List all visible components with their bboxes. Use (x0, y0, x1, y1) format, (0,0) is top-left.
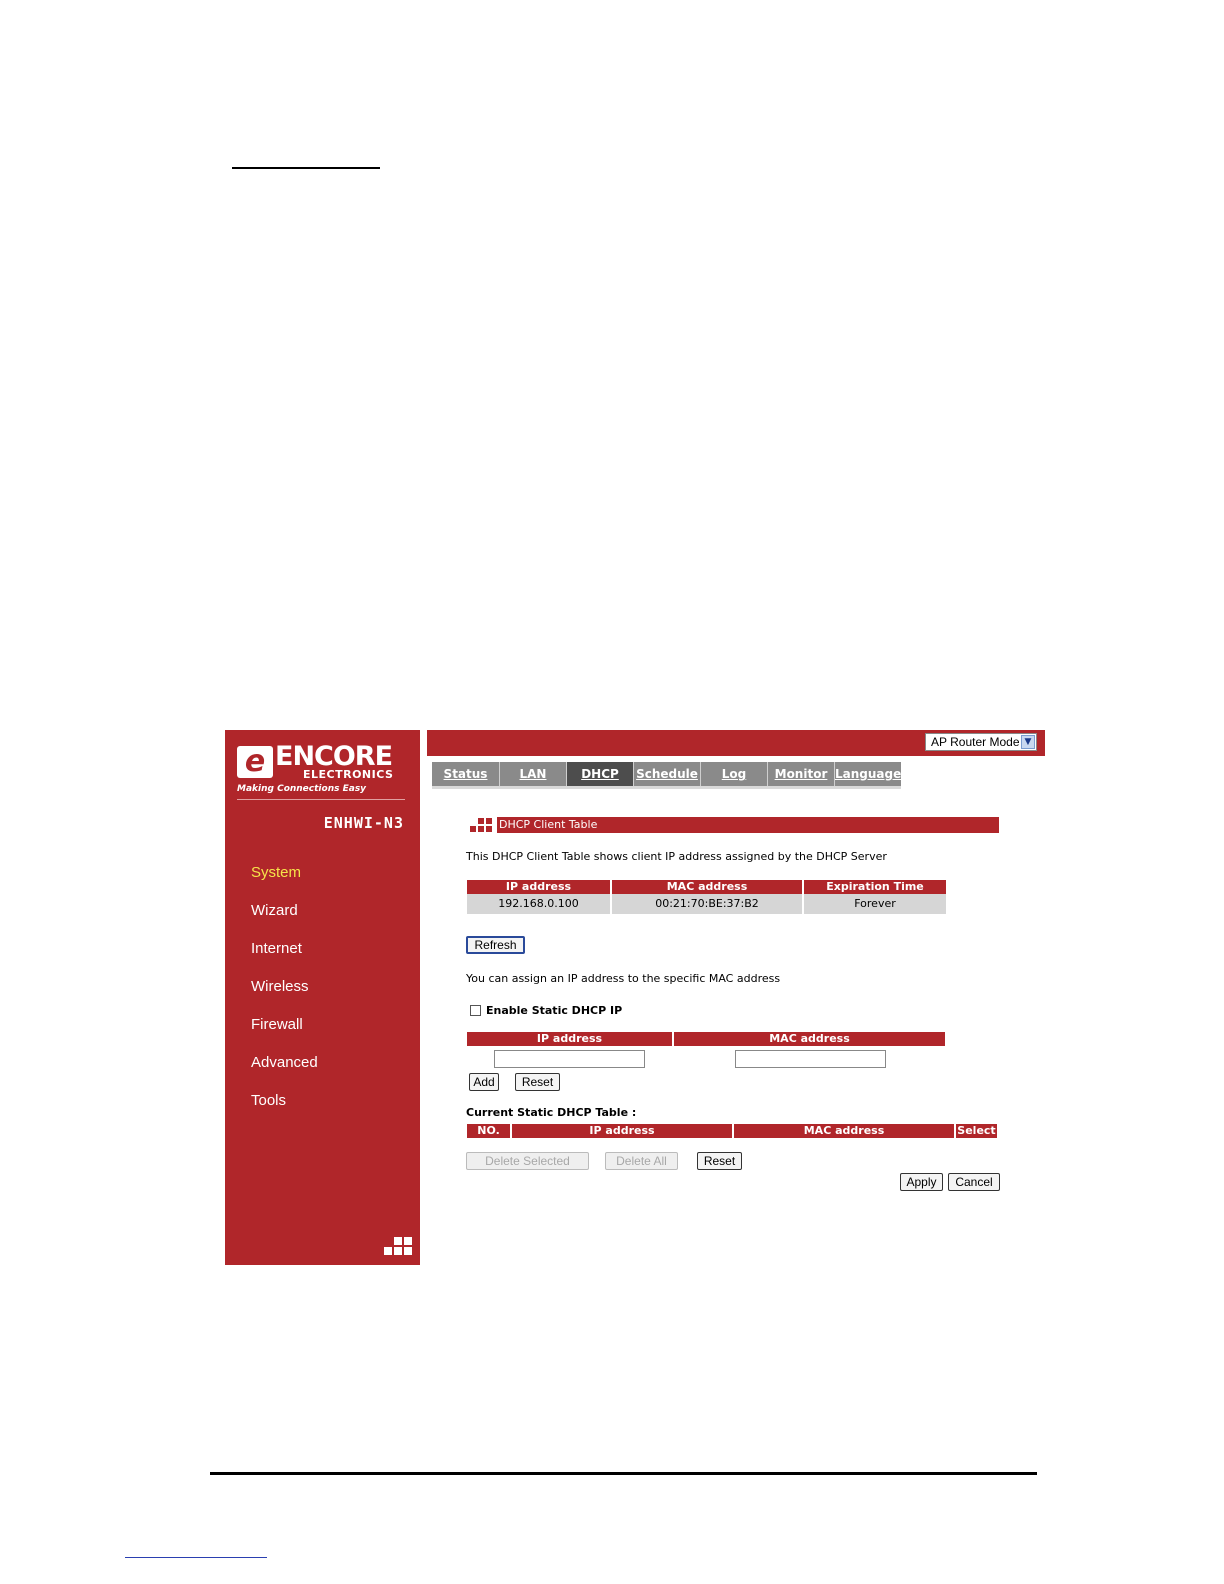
table-cell: Forever (804, 894, 946, 914)
static-entry-header: IP address MAC address (465, 1032, 947, 1046)
logo-mark: e (237, 746, 273, 778)
footer-rule (210, 1472, 1037, 1475)
footer-link-underline (125, 1557, 267, 1558)
tab-dhcp[interactable]: DHCP (567, 762, 634, 786)
reset-entry-button[interactable]: Reset (515, 1073, 560, 1091)
delete-all-button[interactable]: Delete All (605, 1152, 678, 1170)
model-name: ENHWI-N3 (323, 814, 404, 832)
tab-language[interactable]: Language (835, 762, 901, 786)
mac-address-input[interactable] (735, 1050, 886, 1068)
apply-button[interactable]: Apply (900, 1173, 943, 1191)
table-cell: 00:21:70:BE:37:B2 (612, 894, 802, 914)
column-header: NO. (467, 1124, 510, 1138)
sidebar-item-system[interactable]: System (251, 864, 318, 902)
ip-address-input[interactable] (494, 1050, 645, 1068)
section-title: DHCP Client Table (497, 817, 999, 833)
cancel-button[interactable]: Cancel (948, 1173, 1000, 1191)
sidebar-item-tools[interactable]: Tools (251, 1092, 318, 1130)
table-header-row: NO. IP address MAC address Select (467, 1124, 997, 1138)
column-header: MAC address (674, 1032, 945, 1046)
enable-static-dhcp-checkbox[interactable] (470, 1005, 481, 1016)
logo-subtitle: ELECTRONICS (303, 768, 394, 781)
column-header: IP address (467, 1032, 672, 1046)
sidebar-nav: System Wizard Internet Wireless Firewall… (251, 864, 318, 1130)
sidebar-item-internet[interactable]: Internet (251, 940, 318, 978)
tab-monitor[interactable]: Monitor (768, 762, 835, 786)
column-header: MAC address (612, 880, 802, 894)
tab-lan[interactable]: LAN (500, 762, 567, 786)
delete-selected-button[interactable]: Delete Selected (466, 1152, 589, 1170)
table-header-row: IP address MAC address (467, 1032, 945, 1046)
reset-table-button[interactable]: Reset (697, 1152, 742, 1170)
static-description: You can assign an IP address to the spec… (466, 972, 781, 985)
sidebar-item-wireless[interactable]: Wireless (251, 978, 318, 1016)
logo-tagline: Making Connections Easy (237, 784, 367, 794)
sidebar: e ENCORE ELECTRONICS Making Connections … (225, 730, 420, 1265)
add-button[interactable]: Add (469, 1073, 499, 1091)
sidebar-item-advanced[interactable]: Advanced (251, 1054, 318, 1092)
current-table-title: Current Static DHCP Table : (466, 1106, 637, 1119)
tab-schedule[interactable]: Schedule (634, 762, 701, 786)
tab-log[interactable]: Log (701, 762, 768, 786)
encore-logo: e ENCORE ELECTRONICS Making Connections … (237, 742, 409, 798)
grid-icon (470, 817, 494, 833)
column-header: Expiration Time (804, 880, 946, 894)
table-cell: 192.168.0.100 (467, 894, 610, 914)
client-table: IP address MAC address Expiration Time 1… (465, 880, 948, 914)
tab-bar: Status LAN DHCP Schedule Log Monitor Lan… (432, 762, 901, 786)
squares-decoration-icon (384, 1237, 412, 1257)
client-table-description: This DHCP Client Table shows client IP a… (466, 850, 887, 863)
column-header: Select (956, 1124, 997, 1138)
mode-select[interactable]: AP Router Mode ▼ (925, 733, 1037, 751)
current-static-table: NO. IP address MAC address Select (465, 1124, 999, 1138)
table-header-row: IP address MAC address Expiration Time (467, 880, 946, 894)
enable-static-dhcp-label: Enable Static DHCP IP (486, 1004, 623, 1017)
heading-underline (232, 167, 380, 169)
table-row: 192.168.0.100 00:21:70:BE:37:B2 Forever (467, 894, 946, 914)
mode-select-value: AP Router Mode (931, 735, 1020, 749)
top-bar: AP Router Mode ▼ (427, 730, 1045, 756)
column-header: IP address (512, 1124, 732, 1138)
tab-status[interactable]: Status (432, 762, 500, 786)
logo-divider (237, 799, 405, 800)
sidebar-item-wizard[interactable]: Wizard (251, 902, 318, 940)
chevron-down-icon[interactable]: ▼ (1021, 735, 1035, 749)
tab-bar-shadow (432, 786, 901, 789)
refresh-button[interactable]: Refresh (466, 936, 525, 954)
column-header: IP address (467, 880, 610, 894)
column-header: MAC address (734, 1124, 954, 1138)
sidebar-item-firewall[interactable]: Firewall (251, 1016, 318, 1054)
